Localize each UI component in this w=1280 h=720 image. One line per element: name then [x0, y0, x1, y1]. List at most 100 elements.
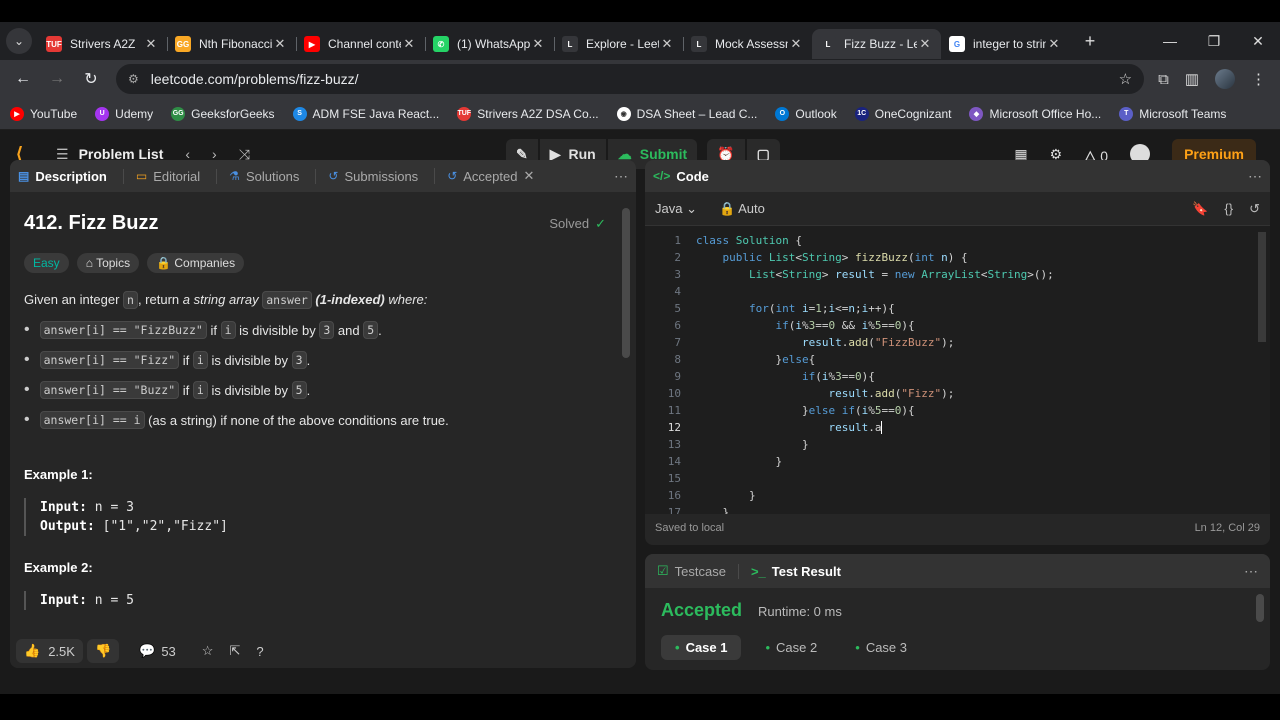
- code-line[interactable]: 3 List<String> result = new ArrayList<St…: [645, 266, 1270, 283]
- example-1-heading: Example 1:: [24, 467, 93, 482]
- language-select[interactable]: Java ⌄: [655, 201, 697, 217]
- close-window-icon[interactable]: ✕: [1236, 33, 1280, 50]
- companies-badge[interactable]: 🔒 Companies: [147, 253, 245, 273]
- more-dots-icon[interactable]: ⋯: [1244, 563, 1258, 580]
- code-line[interactable]: 10 result.add("Fizz");: [645, 385, 1270, 402]
- tab-close-icon[interactable]: ✕: [1046, 36, 1062, 52]
- description-scrollbar[interactable]: [622, 208, 630, 358]
- tab-accepted[interactable]: ↺ Accepted ✕: [434, 168, 534, 184]
- new-tab-icon[interactable]: +: [1076, 27, 1104, 55]
- conditions-list: answer[i] == "FizzBuzz" if i is divisibl…: [24, 321, 622, 429]
- tab-close-icon[interactable]: ✕: [530, 36, 546, 52]
- tab-close-icon[interactable]: ✕: [143, 36, 159, 52]
- bookmark-item[interactable]: T Microsoft Teams: [1119, 106, 1226, 121]
- share-icon[interactable]: ⇱: [229, 643, 240, 659]
- code-line[interactable]: 16 }: [645, 487, 1270, 504]
- case-tab[interactable]: Case 2: [751, 635, 831, 660]
- more-dots-icon[interactable]: ⋯: [614, 168, 628, 185]
- bookmark-icon[interactable]: 🔖: [1192, 201, 1208, 217]
- maximize-icon[interactable]: ❐: [1192, 33, 1236, 50]
- tab-close-icon[interactable]: ✕: [788, 36, 804, 52]
- bookmark-item[interactable]: O Outlook: [775, 106, 837, 121]
- bookmark-item[interactable]: 1C OneCognizant: [854, 106, 951, 121]
- site-info-icon[interactable]: ⚙: [128, 72, 139, 86]
- reload-icon[interactable]: ↻: [76, 64, 106, 94]
- help-icon[interactable]: ?: [256, 644, 263, 659]
- address-bar[interactable]: ⚙ leetcode.com/problems/fizz-buzz/ ☆: [116, 64, 1145, 94]
- favorite-star-icon[interactable]: ☆: [202, 643, 214, 659]
- code-line[interactable]: 8 }else{: [645, 351, 1270, 368]
- code-line[interactable]: 14 }: [645, 453, 1270, 470]
- browser-tab[interactable]: ✆ (1) WhatsApp ✕: [425, 29, 554, 59]
- difficulty-badge[interactable]: Easy: [24, 253, 69, 273]
- bookmark-item[interactable]: ▶ YouTube: [10, 106, 77, 121]
- close-tab-icon[interactable]: ✕: [523, 168, 534, 184]
- format-braces-icon[interactable]: {}: [1224, 201, 1233, 217]
- code-line[interactable]: 7 result.add("FizzBuzz");: [645, 334, 1270, 351]
- minimize-icon[interactable]: —: [1148, 33, 1192, 50]
- result-scrollbar[interactable]: [1256, 594, 1264, 622]
- tab-submissions[interactable]: ↺ Submissions: [315, 168, 418, 184]
- tab-close-icon[interactable]: ✕: [401, 36, 417, 52]
- bookmark-favicon-icon: S: [292, 106, 307, 121]
- code-editor[interactable]: 1 class Solution {2 public List<String> f…: [645, 226, 1270, 514]
- like-button[interactable]: 👍 2.5K: [16, 639, 83, 663]
- reset-icon[interactable]: ↺: [1249, 201, 1260, 217]
- case-tab[interactable]: Case 3: [841, 635, 921, 660]
- code-panel-header: </> Code ⋯: [645, 160, 1270, 192]
- bookmark-item[interactable]: TUF Strivers A2Z DSA Co...: [457, 106, 599, 121]
- browser-tab[interactable]: L Explore - LeetCode✕: [554, 29, 683, 59]
- browser-tab[interactable]: Ginteger to string✕: [941, 29, 1070, 59]
- code-line[interactable]: 4: [645, 283, 1270, 300]
- line-number: 13: [667, 438, 681, 451]
- tab-close-icon[interactable]: ✕: [659, 36, 675, 52]
- code-line[interactable]: 5 for(int i=1;i<=n;i++){: [645, 300, 1270, 317]
- tab-search-icon[interactable]: ⌄: [6, 28, 32, 54]
- bookmark-item[interactable]: ◆ Microsoft Office Ho...: [969, 106, 1101, 121]
- topics-badge[interactable]: ⌂ Topics: [76, 253, 140, 273]
- browser-tab[interactable]: L Mock Assessment✕: [683, 29, 812, 59]
- bookmark-item[interactable]: U Udemy: [95, 106, 153, 121]
- code-line[interactable]: 6 if(i%3==0 && i%5==0){: [645, 317, 1270, 334]
- browser-tab[interactable]: L Fizz Buzz - LeetCode✕: [812, 29, 941, 59]
- extensions-icon[interactable]: ⧉: [1158, 71, 1169, 88]
- code-line[interactable]: 12 result.a: [645, 419, 1270, 436]
- tab-description[interactable]: ▤ Description: [18, 169, 107, 184]
- code-line[interactable]: 9 if(i%3==0){: [645, 368, 1270, 385]
- browser-tab[interactable]: GG Nth Fibonacci ✕: [167, 29, 296, 59]
- forward-icon[interactable]: →: [42, 64, 72, 94]
- code-line[interactable]: 1 class Solution {: [645, 232, 1270, 249]
- code-line[interactable]: 2 public List<String> fizzBuzz(int n) {: [645, 249, 1270, 266]
- sidebar-icon[interactable]: ▥: [1185, 70, 1199, 88]
- tab-close-icon[interactable]: ✕: [917, 36, 933, 52]
- case-tab[interactable]: Case 1: [661, 635, 742, 660]
- back-icon[interactable]: ←: [8, 64, 38, 94]
- line-source: }: [696, 438, 809, 451]
- bookmark-item[interactable]: GG GeeksforGeeks: [171, 106, 275, 121]
- bookmark-item[interactable]: ◉ DSA Sheet – Lead C...: [616, 106, 757, 121]
- line-number: 7: [674, 336, 681, 349]
- lock-icon: 🔒: [156, 256, 172, 270]
- tab-solutions[interactable]: ⚗ Solutions: [216, 168, 299, 184]
- browser-tab[interactable]: ▶ Channel content✕: [296, 29, 425, 59]
- comment-icon: 💬: [139, 643, 156, 658]
- tab-testcase[interactable]: ☑ Testcase: [657, 563, 726, 579]
- bookmark-star-icon[interactable]: ☆: [1119, 70, 1132, 88]
- code-line[interactable]: 11 }else if(i%5==0){: [645, 402, 1270, 419]
- tab-close-icon[interactable]: ✕: [272, 36, 288, 52]
- dislike-button[interactable]: 👎: [86, 639, 120, 663]
- code-line[interactable]: 17 }: [645, 504, 1270, 514]
- menu-dots-icon[interactable]: ⋮: [1251, 70, 1266, 88]
- code-line[interactable]: 13 }: [645, 436, 1270, 453]
- more-dots-icon[interactable]: ⋯: [1248, 168, 1262, 185]
- tab-test-result[interactable]: >_ Test Result: [737, 563, 841, 579]
- editor-scrollbar[interactable]: [1258, 232, 1266, 342]
- bookmark-item[interactable]: S ADM FSE Java React...: [292, 106, 439, 121]
- comments-button[interactable]: 💬 53: [139, 643, 176, 659]
- profile-avatar[interactable]: [1215, 69, 1235, 89]
- browser-tab[interactable]: TUF Strivers A2Z ✕: [38, 29, 167, 59]
- tab-code[interactable]: </> Code: [653, 169, 709, 184]
- auto-mode[interactable]: 🔒 Auto: [719, 201, 765, 217]
- code-line[interactable]: 15: [645, 470, 1270, 487]
- tab-editorial[interactable]: ▭ Editorial: [122, 168, 200, 184]
